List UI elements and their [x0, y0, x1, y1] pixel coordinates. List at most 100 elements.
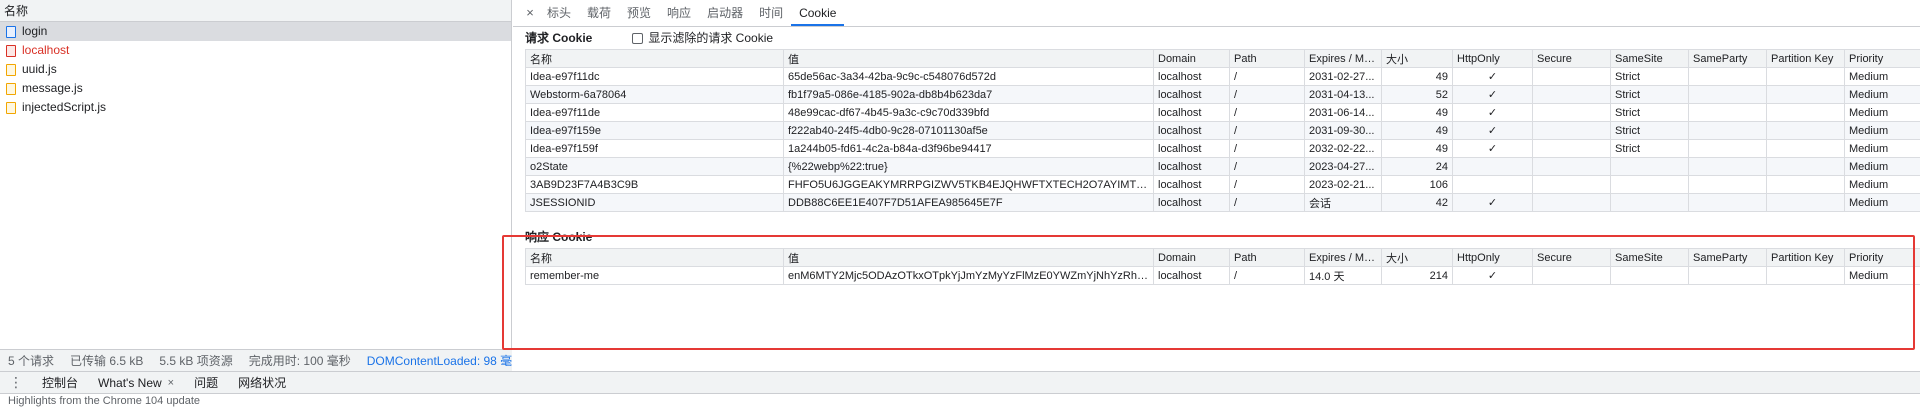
tab-0[interactable]: 标头: [539, 0, 579, 26]
column-header[interactable]: Priority: [1844, 49, 1920, 68]
request-cookies-table: 名称值 Domain Path Expires / Ma... 大小 HttpOnly Se…: [525, 49, 1920, 212]
cookie-cell: [1766, 85, 1845, 104]
cookie-row[interactable]: Webstorm-6a78064 fb1f79a5-086e-4185-902a-…: [525, 85, 1920, 104]
cookie-cell: Medium: [1844, 157, 1920, 176]
cookie-row[interactable]: o2State {%22webp%22:true} localhost/2023-0…: [525, 157, 1920, 176]
drawer-tab-2[interactable]: 问题: [184, 372, 228, 394]
column-header[interactable]: Domain: [1153, 49, 1230, 68]
drawer-tab-label: 问题: [194, 375, 219, 390]
tab-3[interactable]: 响应: [659, 0, 699, 26]
request-list: login localhost uuid.js message.js injectedS…: [0, 22, 511, 117]
cookie-cell: localhost: [1153, 121, 1230, 140]
column-header[interactable]: SameSite: [1610, 49, 1689, 68]
cookie-row[interactable]: remember-me enM6MTY2Mjc5ODAzOTkxOTpkYjJmY…: [525, 266, 1920, 285]
request-name: localhost: [22, 43, 70, 57]
cookie-cell: 2031-02-27...: [1304, 67, 1382, 86]
column-header[interactable]: Path: [1229, 248, 1305, 267]
request-row[interactable]: message.js: [0, 79, 511, 98]
column-header[interactable]: 值: [783, 248, 1154, 267]
column-header[interactable]: Expires / Ma...: [1304, 248, 1382, 267]
column-header[interactable]: 大小: [1381, 49, 1453, 68]
column-header[interactable]: HttpOnly: [1452, 49, 1533, 68]
cookie-cell: [1532, 157, 1611, 176]
request-list-header[interactable]: 名称: [0, 0, 511, 22]
cookie-cell: Strict: [1610, 121, 1689, 140]
drawer-tab-1[interactable]: What's New ×: [88, 372, 184, 394]
request-name: login: [22, 24, 48, 38]
column-header[interactable]: Partition Key: [1766, 248, 1845, 267]
cookie-cell: Idea-e97f159e: [525, 121, 784, 140]
request-name: message.js: [22, 81, 83, 95]
cookie-cell: 14.0 天: [1304, 266, 1382, 285]
tab-1[interactable]: 载荷: [579, 0, 619, 26]
details-tabs: 标头 载荷 预览 响应 启动器 时间 Cookie: [539, 0, 845, 26]
cookie-cell: enM6MTY2Mjc5ODAzOTkxOTpkYjJmYzMyYzFlMzE0…: [783, 266, 1154, 285]
cookie-cell: Medium: [1844, 139, 1920, 158]
drawer-tab-3[interactable]: 网络状况: [228, 372, 296, 394]
cookie-cell: ✓: [1452, 103, 1533, 122]
cookie-cell: [1610, 193, 1689, 212]
cookie-cell: 42: [1381, 193, 1453, 212]
request-name: injectedScript.js: [22, 100, 107, 114]
column-header[interactable]: 大小: [1381, 248, 1453, 267]
close-icon[interactable]: ×: [521, 0, 539, 26]
request-row[interactable]: localhost: [0, 41, 511, 60]
column-header[interactable]: HttpOnly: [1452, 248, 1533, 267]
tab-6[interactable]: Cookie: [791, 0, 845, 26]
request-row[interactable]: injectedScript.js: [0, 98, 511, 117]
column-header[interactable]: Secure: [1532, 248, 1611, 267]
cookie-cell: 2023-04-27...: [1304, 157, 1382, 176]
cookie-cell: /: [1229, 121, 1305, 140]
column-header[interactable]: SameSite: [1610, 248, 1689, 267]
column-header[interactable]: Domain: [1153, 248, 1230, 267]
column-header[interactable]: 名称: [525, 49, 784, 68]
tab-5[interactable]: 时间: [751, 0, 791, 26]
cookie-cell: [1766, 193, 1845, 212]
cookie-cell: {%22webp%22:true}: [783, 157, 1154, 176]
document-icon: [6, 25, 16, 38]
checkbox-icon[interactable]: [632, 32, 644, 44]
column-header[interactable]: 名称: [525, 248, 784, 267]
cookie-cell: /: [1229, 175, 1305, 194]
tab-4[interactable]: 启动器: [699, 0, 751, 26]
cookie-cell: localhost: [1153, 139, 1230, 158]
column-header[interactable]: 值: [783, 49, 1154, 68]
whats-new-message: Highlights from the Chrome 104 update: [8, 395, 200, 407]
cookie-cell: 49: [1381, 103, 1453, 122]
close-icon[interactable]: ×: [168, 372, 174, 394]
cookie-row[interactable]: Idea-e97f159e f222ab40-24f5-4db0-9c28-071…: [525, 121, 1920, 140]
more-options-icon[interactable]: ⋮: [8, 374, 24, 391]
cookie-cell: [1532, 175, 1611, 194]
cookie-cell: 3AB9D23F7A4B3C9B: [525, 175, 784, 194]
column-header[interactable]: Path: [1229, 49, 1305, 68]
column-header[interactable]: Partition Key: [1766, 49, 1845, 68]
cookie-cell: Strict: [1610, 85, 1689, 104]
cookie-cell: 49: [1381, 139, 1453, 158]
cookie-cell: 2031-04-13...: [1304, 85, 1382, 104]
cookie-cell: Idea-e97f11de: [525, 103, 784, 122]
cookie-row[interactable]: Idea-e97f11de 48e99cac-df67-4b45-9a3c-c9c…: [525, 103, 1920, 122]
column-header[interactable]: Priority: [1844, 248, 1920, 267]
cookie-cell: [1766, 266, 1845, 285]
column-header[interactable]: Secure: [1532, 49, 1611, 68]
cookie-cell: 会话: [1304, 193, 1382, 212]
tab-2[interactable]: 预览: [619, 0, 659, 26]
cookie-row[interactable]: Idea-e97f11dc 65de56ac-3a34-42ba-9c9c-c54…: [525, 67, 1920, 86]
request-cookies-title: 请求 Cookie: [525, 31, 593, 45]
cookie-cell: [1610, 157, 1689, 176]
cookie-cell: f222ab40-24f5-4db0-9c28-07101130af5e: [783, 121, 1154, 140]
show-filtered-cookies-label: 显示滤除的请求 Cookie: [648, 31, 774, 45]
request-row[interactable]: uuid.js: [0, 60, 511, 79]
cookie-cell: /: [1229, 157, 1305, 176]
column-header[interactable]: SameParty: [1688, 49, 1767, 68]
cookie-row[interactable]: JSESSIONID DDB88C6EE1E407F7D51AFEA985645E…: [525, 193, 1920, 212]
request-row[interactable]: login: [0, 22, 511, 41]
column-header[interactable]: SameParty: [1688, 248, 1767, 267]
cookie-row[interactable]: Idea-e97f159f 1a244b05-fd61-4c2a-b84a-d3f…: [525, 139, 1920, 158]
cookie-cell: [1688, 103, 1767, 122]
show-filtered-cookies-toggle[interactable]: 显示滤除的请求 Cookie: [632, 27, 773, 49]
request-count: 5 个请求: [8, 354, 55, 368]
column-header[interactable]: Expires / Ma...: [1304, 49, 1382, 68]
drawer-tab-0[interactable]: 控制台: [32, 372, 88, 394]
cookie-row[interactable]: 3AB9D23F7A4B3C9B FHFO5U6JGGEAKYMRRPGIZWV5…: [525, 175, 1920, 194]
